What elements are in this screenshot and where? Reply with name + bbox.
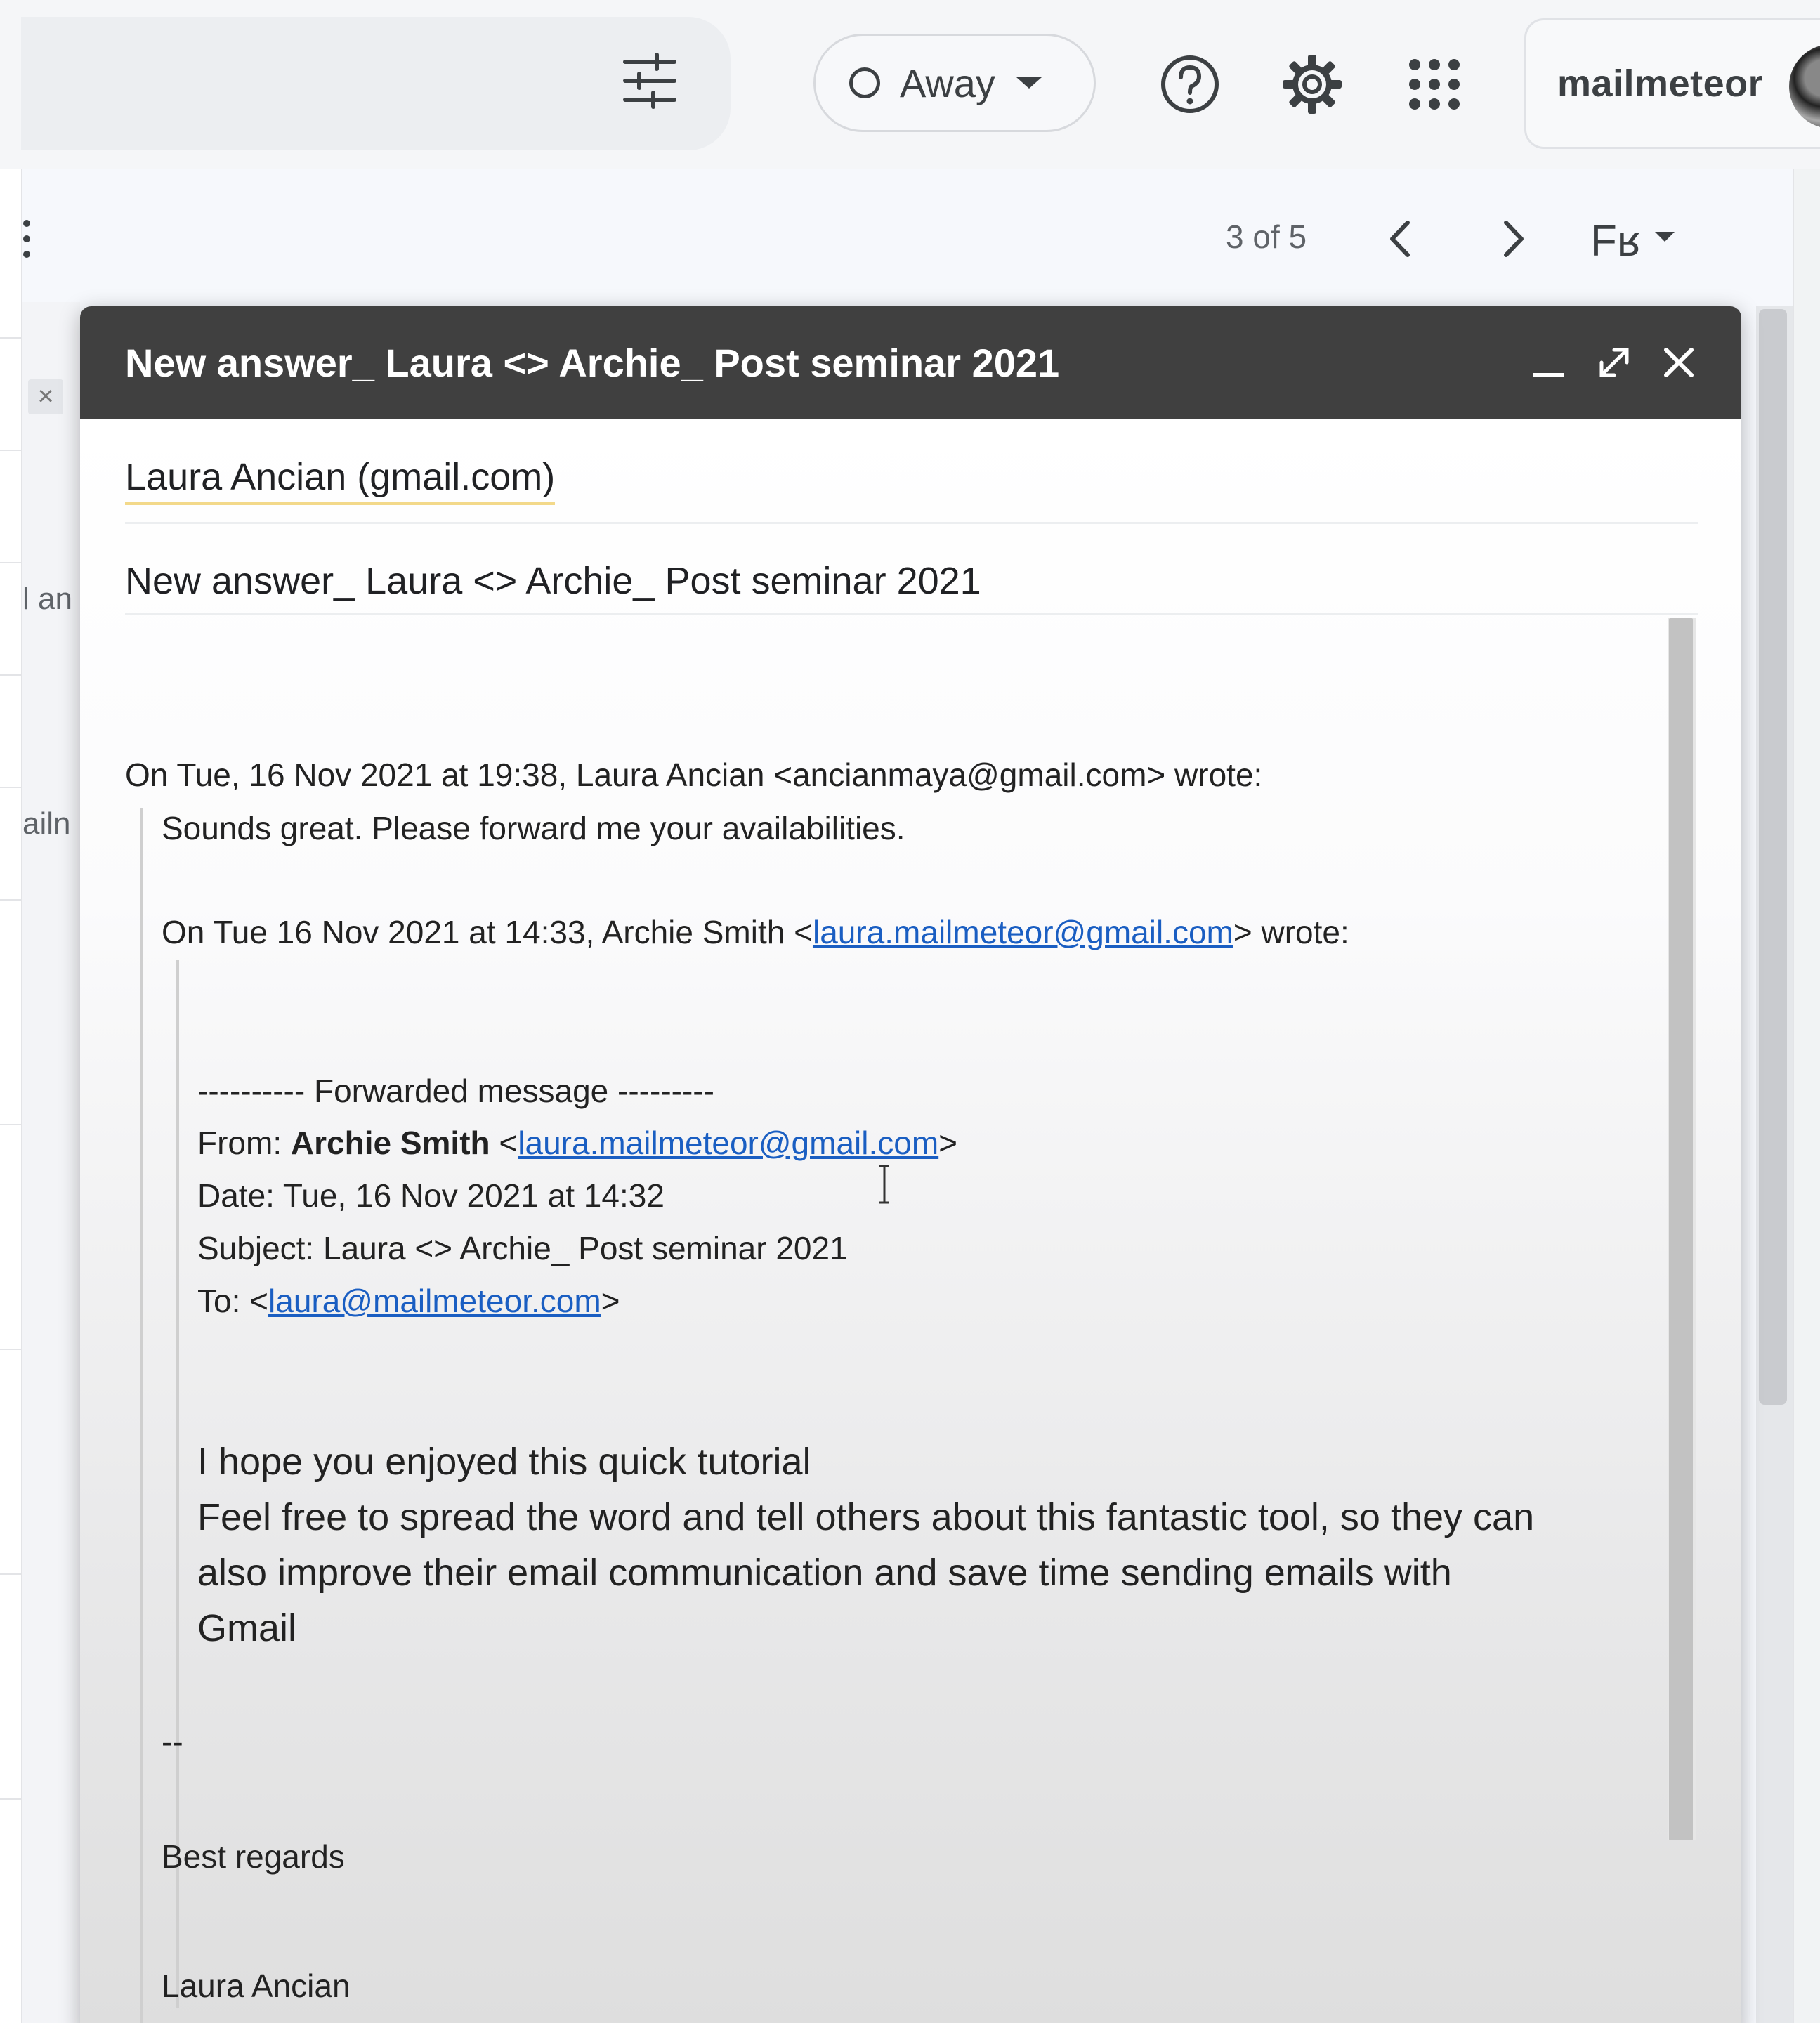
to-close: > — [601, 1283, 620, 1319]
left-rail — [0, 0, 22, 2023]
pagination-count: 3 of 5 — [1226, 218, 1307, 255]
forwarded-header: ---------- Forwarded message --------- — [197, 1073, 714, 1109]
forwarded-from: From: Archie Smith <laura.mailmeteor@gma… — [197, 1124, 957, 1162]
help-icon[interactable] — [1155, 49, 1225, 119]
email-link[interactable]: laura@mailmeteor.com — [268, 1283, 601, 1319]
quote-bar — [140, 808, 143, 2023]
rail-divider — [0, 450, 22, 451]
compose-window: New answer_ Laura <> Archie_ Post semina… — [80, 306, 1741, 2023]
body-scrollbar-thumb[interactable] — [1669, 618, 1693, 1840]
from-close: > — [938, 1125, 958, 1161]
rail-divider — [0, 562, 22, 563]
message-text: also improve their email communication a… — [197, 1552, 1452, 1594]
filter-icon[interactable] — [618, 49, 681, 112]
email-link[interactable]: laura.mailmeteor@gmail.com — [518, 1125, 938, 1161]
compose-body-background — [80, 419, 1741, 2023]
gear-icon[interactable] — [1277, 49, 1347, 119]
status-label: Away — [900, 60, 995, 105]
email-link[interactable]: laura.mailmeteor@gmail.com — [813, 914, 1233, 950]
quoted-reply: Sounds great. Please forward me your ava… — [162, 810, 905, 846]
closing-line: Best regards — [162, 1838, 345, 1875]
to-label: To: < — [197, 1283, 269, 1319]
quote-attribution: On Tue, 16 Nov 2021 at 19:38, Laura Anci… — [125, 757, 1263, 793]
close-icon[interactable] — [1651, 334, 1707, 391]
rail-divider — [0, 787, 22, 788]
rail-divider — [0, 1349, 22, 1350]
compose-title: New answer_ Laura <> Archie_ Post semina… — [125, 340, 1060, 385]
avatar[interactable] — [1789, 44, 1820, 129]
subject-field[interactable]: New answer_ Laura <> Archie_ Post semina… — [125, 531, 1698, 615]
chevron-left-icon[interactable] — [1377, 214, 1426, 263]
rail-divider — [0, 899, 22, 901]
rail-divider — [0, 1573, 22, 1575]
account-switcher[interactable]: mailmeteor — [1524, 18, 1820, 149]
compose-header[interactable]: New answer_ Laura <> Archie_ Post semina… — [80, 306, 1741, 419]
caret-down-icon — [1016, 77, 1042, 89]
rail-divider — [0, 337, 22, 339]
status-circle-icon — [849, 67, 880, 98]
message-text: I hope you enjoyed this quick tutorial — [197, 1441, 811, 1483]
input-tools-button[interactable]: Fʁ — [1590, 216, 1640, 266]
more-vert-icon[interactable] — [22, 218, 31, 260]
background-chip-close-icon[interactable]: × — [28, 379, 63, 414]
from-open: < — [490, 1125, 518, 1161]
signature-separator: -- — [162, 1723, 183, 1760]
attribution-prefix: On Tue 16 Nov 2021 at 14:33, Archie Smit… — [162, 914, 813, 950]
text-cursor-icon — [879, 1165, 889, 1204]
rail-divider — [0, 1124, 22, 1125]
account-name: mailmeteor — [1557, 63, 1764, 105]
recipient-chip[interactable]: Laura Ancian (gmail.com) — [125, 455, 556, 505]
subject-text: New answer_ Laura <> Archie_ Post semina… — [125, 560, 981, 602]
page-scrollbar-thumb[interactable] — [1759, 309, 1787, 1405]
expand-icon[interactable] — [1586, 334, 1642, 391]
forwarded-date: Date: Tue, 16 Nov 2021 at 14:32 — [197, 1177, 665, 1214]
status-selector[interactable]: Away — [813, 34, 1096, 132]
attribution-suffix: > wrote: — [1233, 914, 1349, 950]
background-email-list — [22, 302, 80, 2023]
rail-divider — [0, 674, 22, 676]
minimize-icon[interactable] — [1520, 334, 1576, 391]
chevron-right-icon[interactable] — [1488, 214, 1537, 263]
from-label: From: — [197, 1125, 291, 1161]
caret-down-icon[interactable] — [1655, 232, 1675, 242]
signature-name: Laura Ancian — [162, 1968, 351, 2004]
background-list-text: ailn — [22, 806, 71, 841]
forwarded-subject: Subject: Laura <> Archie_ Post seminar 2… — [197, 1230, 848, 1266]
forwarded-to: To: <laura@mailmeteor.com> — [197, 1282, 620, 1320]
background-list-text: l an — [22, 582, 72, 616]
from-name: Archie Smith — [290, 1125, 490, 1161]
right-edge — [1793, 169, 1820, 2023]
rail-divider — [0, 1798, 22, 1800]
quote-attribution: On Tue 16 Nov 2021 at 14:33, Archie Smit… — [162, 913, 1349, 951]
message-text: Feel free to spread the word and tell ot… — [197, 1496, 1535, 1538]
recipients-field[interactable]: Laura Ancian (gmail.com) — [125, 440, 1698, 524]
apps-grid-icon[interactable] — [1399, 49, 1469, 119]
message-text: Gmail — [197, 1607, 297, 1649]
